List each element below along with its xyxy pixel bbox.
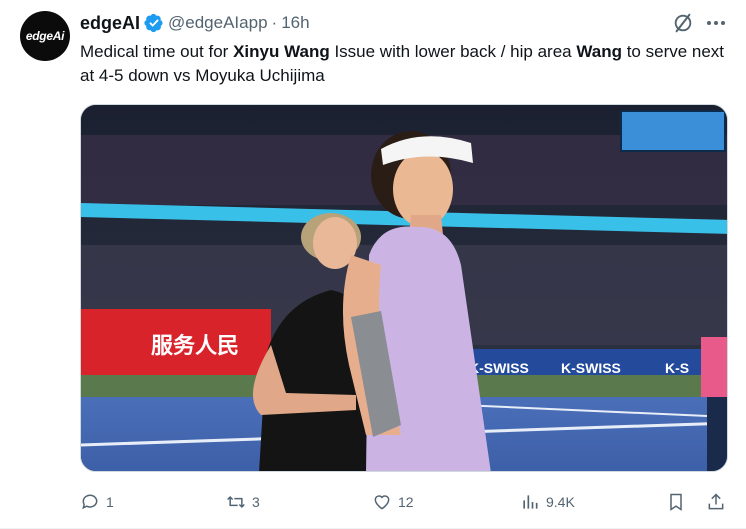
- like-count: 12: [398, 494, 414, 510]
- sponsor-text: K-SWISS: [469, 360, 529, 376]
- author-display-name[interactable]: edgeAI: [80, 13, 140, 34]
- avatar-logo-text: edgeAi: [25, 29, 65, 43]
- like-button[interactable]: 12: [372, 488, 414, 516]
- banner-chinese-text: 服务人民: [151, 334, 239, 359]
- ball-person: [701, 337, 727, 397]
- action-bar: 1 3 12 9.4K: [80, 488, 730, 516]
- views-count: 9.4K: [546, 494, 575, 510]
- tweet-text-part: Issue with lower back / hip area: [329, 42, 577, 61]
- repost-button[interactable]: 3: [226, 488, 260, 516]
- tweet-text-part: Medical time out for: [80, 42, 234, 61]
- repost-count: 3: [252, 494, 260, 510]
- separator-dot: ·: [271, 13, 278, 32]
- reply-count: 1: [106, 494, 114, 510]
- tweet-header: edgeAI @edgeAIapp · 16h: [80, 12, 310, 34]
- ball-person-legs: [707, 397, 727, 471]
- like-icon: [374, 495, 390, 510]
- avatar[interactable]: edgeAi: [20, 11, 70, 61]
- verified-badge-icon[interactable]: [144, 13, 164, 33]
- share-button[interactable]: [706, 488, 732, 516]
- grok-icon[interactable]: [672, 12, 694, 34]
- repost-icon: [227, 495, 245, 509]
- more-icon[interactable]: [704, 12, 728, 34]
- views-button[interactable]: 9.4K: [520, 488, 575, 516]
- tweet-media-video[interactable]: 服务人民 K-SWISS K-SWISS K-S: [80, 104, 728, 472]
- sponsor-text: K-SWISS: [561, 360, 621, 376]
- sponsor-text: K-S: [665, 360, 689, 376]
- tweet-text-bold: Xinyu Wang: [233, 42, 330, 61]
- bookmark-icon: [670, 493, 682, 511]
- reply-button[interactable]: 1: [80, 488, 114, 516]
- scoreboard-screen: [620, 110, 726, 152]
- timestamp[interactable]: 16h: [281, 13, 309, 33]
- tweet-text-bold: Wang: [576, 42, 622, 61]
- author-handle[interactable]: @edgeAIapp: [168, 13, 268, 33]
- views-icon: [523, 495, 538, 509]
- share-icon: [708, 493, 724, 510]
- tweet[interactable]: edgeAi edgeAI @edgeAIapp · 16h Medical t…: [0, 0, 746, 529]
- reply-icon: [82, 494, 98, 510]
- tweet-text: Medical time out for Xinyu Wang Issue wi…: [80, 40, 730, 88]
- bookmark-button[interactable]: [666, 488, 692, 516]
